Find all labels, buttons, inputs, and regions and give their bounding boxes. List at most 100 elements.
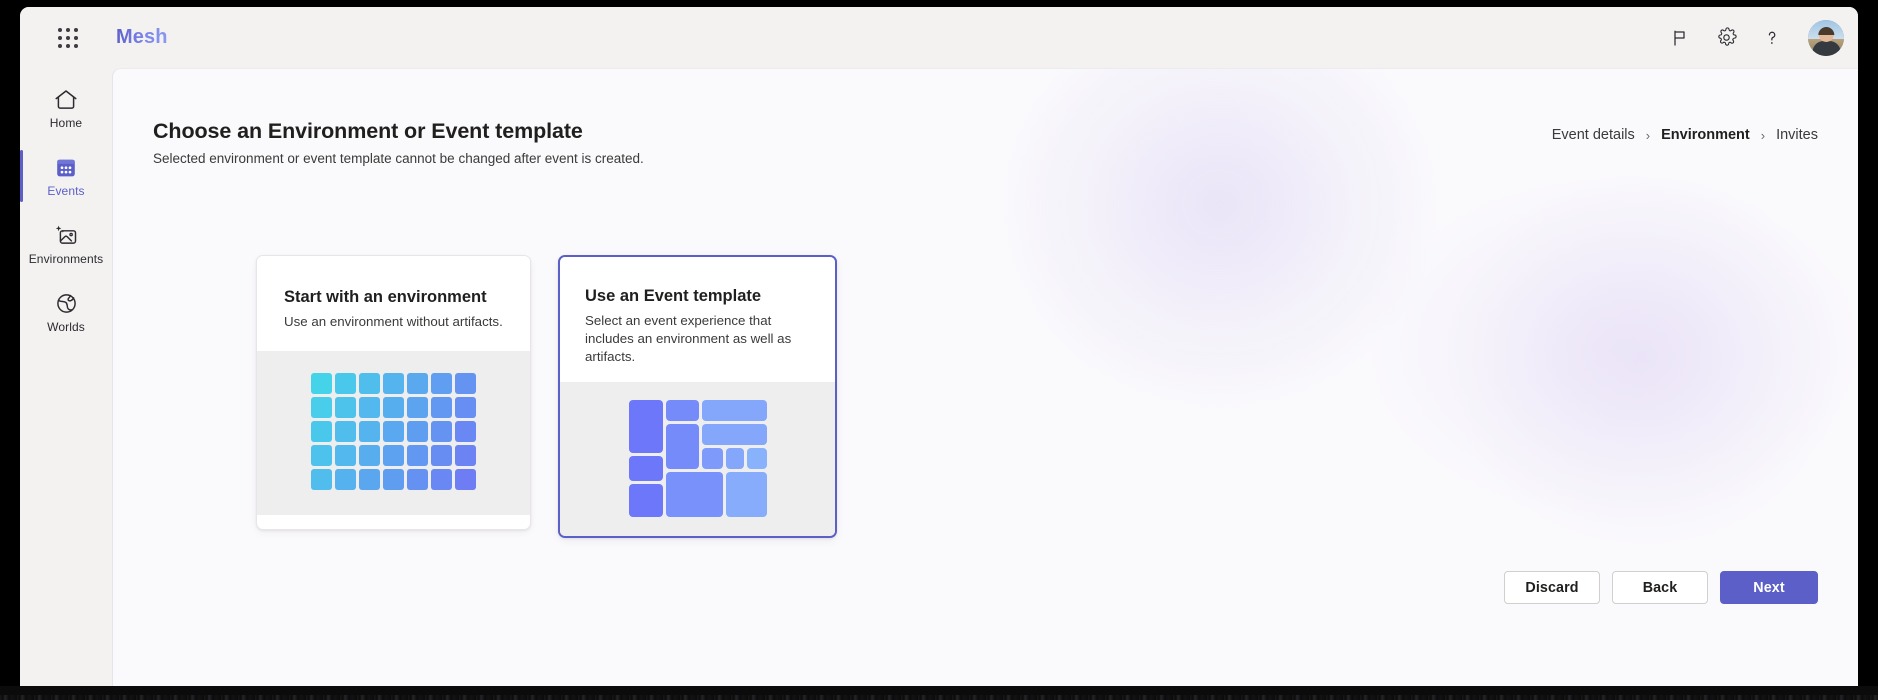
mosaic-tile xyxy=(665,471,723,517)
grid-tile xyxy=(335,444,356,466)
grid-tile xyxy=(383,444,404,466)
page-title: Choose an Environment or Event template xyxy=(153,119,583,143)
grid-tile xyxy=(407,372,428,394)
help-question-icon[interactable] xyxy=(1752,18,1792,58)
grid-tile xyxy=(455,468,476,490)
sidebar-item-worlds[interactable]: Worlds xyxy=(20,278,112,346)
grid-tile xyxy=(431,444,452,466)
grid-tile xyxy=(311,372,332,394)
content-panel: Choose an Environment or Event template … xyxy=(112,68,1858,686)
grid-tile xyxy=(335,372,356,394)
grid-tile xyxy=(335,468,356,490)
mosaic-tile xyxy=(701,399,767,421)
page-subtitle: Selected environment or event template c… xyxy=(153,151,644,166)
discard-button[interactable]: Discard xyxy=(1504,571,1600,604)
brand-title: Mesh xyxy=(116,26,168,48)
breadcrumb-separator-icon: › xyxy=(1760,127,1766,143)
page-header-text: Choose an Environment or Event template … xyxy=(153,117,644,168)
grid-tile xyxy=(455,372,476,394)
mosaic-tile xyxy=(725,471,767,517)
grid-tile xyxy=(311,468,332,490)
breadcrumb-separator-icon: › xyxy=(1645,127,1651,143)
mosaic-tile xyxy=(701,447,723,469)
mosaic-tile xyxy=(725,447,744,469)
card-title: Start with an environment xyxy=(284,288,487,306)
mosaic-tile xyxy=(665,399,699,421)
grid-tile xyxy=(359,420,380,442)
card-artwork-grid xyxy=(257,351,530,515)
sidebar-item-events[interactable]: Events xyxy=(20,142,112,210)
grid-tile xyxy=(407,444,428,466)
grid-tile xyxy=(335,396,356,418)
breadcrumb-item-invites[interactable]: Invites xyxy=(1776,127,1818,143)
grid-tile xyxy=(455,396,476,418)
grid-tile xyxy=(359,372,380,394)
left-nav-rail: Home Events Environments Worlds xyxy=(20,68,112,686)
mosaic-tile xyxy=(628,483,663,517)
grid-tile xyxy=(431,468,452,490)
grid-tile xyxy=(383,420,404,442)
grid-tile xyxy=(431,372,452,394)
grid-tile xyxy=(359,468,380,490)
template-choice-cards: Start with an environment Use an environ… xyxy=(256,255,837,538)
settings-gear-icon[interactable] xyxy=(1706,18,1746,58)
grid-tile xyxy=(359,444,380,466)
card-description: Select an event experience that includes… xyxy=(585,313,792,364)
mosaic-tile xyxy=(701,423,767,445)
grid-tile xyxy=(383,372,404,394)
waffle-dots xyxy=(58,27,78,48)
grid-tile xyxy=(335,420,356,442)
sidebar-item-label: Environments xyxy=(28,252,104,266)
grid-tile xyxy=(407,468,428,490)
page-header: Choose an Environment or Event template … xyxy=(153,117,1818,168)
grid-tile xyxy=(311,396,332,418)
footer-actions: Discard Back Next xyxy=(1504,571,1818,604)
mosaic-tiles-illustration xyxy=(628,399,767,517)
breadcrumb-item-environment[interactable]: Environment xyxy=(1661,127,1750,143)
breadcrumb-item-event-details[interactable]: Event details xyxy=(1552,127,1635,143)
card-title: Use an Event template xyxy=(585,287,762,305)
image-sparkle-icon xyxy=(53,222,80,248)
top-bar: Mesh xyxy=(20,7,1858,68)
mosaic-tile xyxy=(746,447,767,469)
back-button[interactable]: Back xyxy=(1612,571,1708,604)
card-text: Start with an environment Use an environ… xyxy=(257,256,530,351)
card-use-event-template[interactable]: Use an Event template Select an event ex… xyxy=(558,255,837,538)
grid-tile xyxy=(431,396,452,418)
grid-tile xyxy=(431,420,452,442)
mosaic-tile xyxy=(628,455,663,481)
card-text: Use an Event template Select an event ex… xyxy=(560,257,835,382)
avatar-body xyxy=(1812,40,1841,56)
app-launcher-waffle-icon[interactable] xyxy=(46,16,90,60)
mosaic-tile xyxy=(628,399,663,453)
grid-tile xyxy=(383,396,404,418)
breadcrumb: Event details › Environment › Invites xyxy=(1552,127,1818,143)
desktop-taskbar-strip xyxy=(0,686,1878,700)
grid-tile xyxy=(455,420,476,442)
next-button[interactable]: Next xyxy=(1720,571,1818,604)
grid-tile xyxy=(455,444,476,466)
grid-tiles-illustration xyxy=(311,372,476,490)
globe-icon xyxy=(54,290,79,316)
sidebar-item-environments[interactable]: Environments xyxy=(20,210,112,278)
sidebar-item-label: Events xyxy=(47,184,85,198)
card-start-with-environment[interactable]: Start with an environment Use an environ… xyxy=(256,255,531,530)
grid-tile xyxy=(407,396,428,418)
grid-tile xyxy=(383,468,404,490)
avatar[interactable] xyxy=(1808,19,1844,56)
top-bar-actions xyxy=(1660,7,1844,68)
card-description: Use an environment without artifacts. xyxy=(284,314,503,329)
feedback-flag-icon[interactable] xyxy=(1660,18,1700,58)
grid-tile xyxy=(359,396,380,418)
card-artwork-mosaic xyxy=(560,382,835,536)
sidebar-item-label: Worlds xyxy=(47,320,85,334)
grid-tile xyxy=(311,444,332,466)
sidebar-item-home[interactable]: Home xyxy=(20,74,112,142)
calendar-events-icon xyxy=(54,154,78,180)
grid-tile xyxy=(311,420,332,442)
grid-tile xyxy=(407,420,428,442)
taskbar-noise xyxy=(0,695,1878,700)
app-window: Mesh Home Events Environments Worlds Cho… xyxy=(20,7,1858,686)
mosaic-tile xyxy=(665,423,699,469)
sidebar-item-label: Home xyxy=(49,116,83,130)
